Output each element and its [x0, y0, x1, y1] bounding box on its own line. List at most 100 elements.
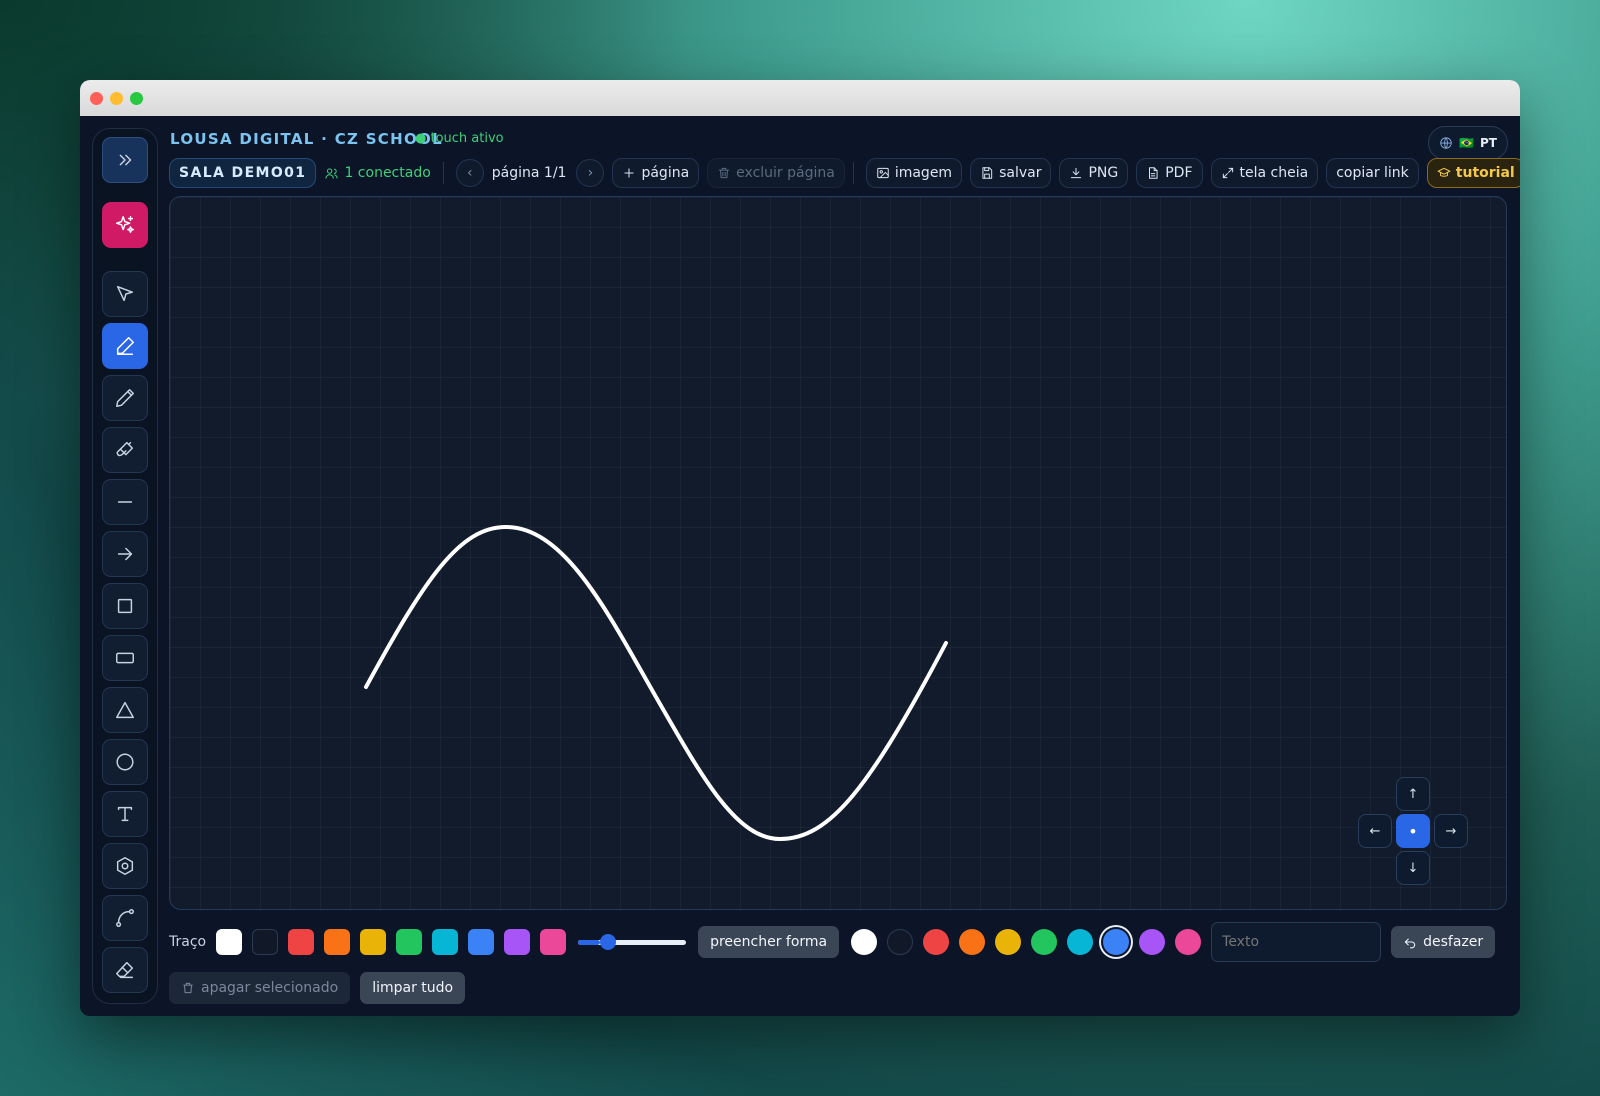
delete-selected-button[interactable]: apagar selecionado — [169, 972, 351, 1004]
save-label: salvar — [999, 165, 1042, 181]
copy-link-button[interactable]: copiar link — [1326, 158, 1419, 188]
fill-color-palette — [851, 929, 1211, 955]
stroke-color-palette — [216, 929, 576, 955]
delete-page-button[interactable]: excluir página — [707, 158, 845, 188]
pan-right-button[interactable]: → — [1434, 814, 1468, 848]
stroke-color-swatch[interactable] — [360, 929, 387, 955]
fill-color-swatch[interactable] — [1175, 929, 1202, 955]
stroke-color-swatch[interactable] — [540, 929, 567, 955]
fill-shape-button[interactable]: preencher forma — [698, 926, 840, 958]
line-tool-button[interactable] — [102, 479, 148, 525]
stroke-color-swatch[interactable] — [396, 929, 423, 955]
pencil-tool-button[interactable] — [102, 375, 148, 421]
stroke-color-swatch[interactable] — [288, 929, 315, 955]
fullscreen-button[interactable]: tela cheia — [1210, 158, 1319, 188]
tutorial-label: tutorial — [1455, 165, 1515, 181]
rectangle-tool-button[interactable] — [102, 635, 148, 681]
connected-count: 1 conectado — [344, 165, 431, 181]
pointer-icon — [116, 285, 134, 302]
download-icon — [1071, 167, 1082, 179]
brush-tool-button[interactable] — [102, 427, 148, 473]
whiteboard-app: LOUSA DIGITAL · CZ SCHOOL ● touch ativo … — [80, 116, 1520, 1016]
trash-icon — [183, 982, 193, 994]
file-icon — [1149, 167, 1158, 179]
trash-icon — [719, 167, 730, 179]
fill-color-swatch[interactable] — [1067, 929, 1094, 955]
ai-tool-button[interactable] — [102, 202, 148, 248]
triangle-tool-button[interactable] — [102, 687, 148, 733]
delete-selected-label: apagar selecionado — [201, 980, 339, 996]
prev-page-button[interactable]: ‹ — [455, 159, 484, 187]
pan-center-button[interactable]: • — [1396, 814, 1430, 848]
curve-tool-button[interactable] — [102, 895, 148, 941]
add-page-button[interactable]: página — [612, 158, 700, 188]
stroke-color-swatch[interactable] — [468, 929, 495, 955]
pan-up-button[interactable]: ↑ — [1396, 777, 1430, 811]
hexagon-icon — [116, 857, 134, 875]
clear-all-button[interactable]: limpar tudo — [360, 972, 466, 1004]
triangle-icon — [116, 701, 134, 719]
expand-sidebar-button[interactable] — [102, 137, 148, 183]
drawing-canvas[interactable]: ↑ ← • → ↓ — [169, 196, 1507, 910]
stroke-color-swatch[interactable] — [432, 929, 459, 955]
language-selector[interactable]: 🇧🇷 PT — [1428, 126, 1508, 160]
pan-left-button[interactable]: ← — [1358, 814, 1392, 848]
globe-icon — [1440, 137, 1452, 149]
type-icon — [117, 806, 133, 822]
slider-handle[interactable] — [599, 934, 616, 950]
add-page-label: página — [641, 165, 690, 181]
top-toolbar: SALA DEMO01 1 conectado ‹ página 1/1 › p… — [169, 158, 1520, 188]
insert-image-button[interactable]: imagem — [865, 158, 963, 188]
save-button[interactable]: salvar — [970, 158, 1052, 188]
fill-color-swatch[interactable] — [1103, 929, 1130, 955]
stroke-color-swatch[interactable] — [216, 929, 243, 955]
connected-users: 1 conectado — [324, 165, 431, 181]
language-code: PT — [1479, 136, 1497, 150]
tool-sidebar — [92, 128, 158, 1004]
fill-color-swatch[interactable] — [923, 929, 950, 955]
expand-icon — [1222, 167, 1233, 179]
rectangle-icon — [116, 652, 134, 664]
polygon-tool-button[interactable] — [102, 843, 148, 889]
app-title: LOUSA DIGITAL · CZ SCHOOL — [170, 130, 443, 148]
page-indicator: página 1/1 — [491, 165, 567, 181]
arrow-tool-button[interactable] — [102, 531, 148, 577]
stroke-width-slider[interactable] — [578, 932, 687, 952]
undo-button[interactable]: desfazer — [1391, 926, 1496, 958]
fill-color-swatch[interactable] — [1031, 929, 1058, 955]
text-input[interactable] — [1211, 922, 1382, 962]
toolbar-divider — [442, 162, 444, 184]
sparkles-icon — [116, 216, 134, 234]
save-icon — [982, 167, 993, 179]
export-pdf-button[interactable]: PDF — [1136, 158, 1203, 188]
fill-color-swatch[interactable] — [887, 929, 914, 955]
brush-icon — [116, 441, 134, 457]
maximize-window-button[interactable] — [130, 92, 143, 105]
next-page-button[interactable]: › — [576, 159, 605, 187]
fill-color-swatch[interactable] — [995, 929, 1022, 955]
tutorial-button[interactable]: tutorial — [1426, 158, 1520, 188]
close-window-button[interactable] — [90, 92, 103, 105]
select-tool-button[interactable] — [102, 271, 148, 317]
stroke-color-swatch[interactable] — [504, 929, 531, 955]
fill-color-swatch[interactable] — [959, 929, 986, 955]
room-badge: SALA DEMO01 — [169, 158, 317, 188]
plus-icon — [624, 168, 635, 178]
export-png-button[interactable]: PNG — [1059, 158, 1129, 188]
stroke-color-swatch[interactable] — [252, 929, 279, 955]
fill-color-swatch[interactable] — [1139, 929, 1166, 955]
slider-fill — [578, 940, 600, 945]
circle-tool-button[interactable] — [102, 739, 148, 785]
square-tool-button[interactable] — [102, 583, 148, 629]
square-icon — [117, 598, 133, 614]
pan-down-button[interactable]: ↓ — [1396, 851, 1430, 885]
eraser-tool-button[interactable] — [102, 947, 148, 993]
text-tool-button[interactable] — [102, 791, 148, 837]
users-icon — [325, 167, 339, 179]
minimize-window-button[interactable] — [110, 92, 123, 105]
touch-status: ● touch ativo — [415, 131, 504, 146]
fill-color-swatch[interactable] — [851, 929, 878, 955]
pen-tool-button[interactable] — [102, 323, 148, 369]
stroke-color-swatch[interactable] — [324, 929, 351, 955]
graduation-cap-icon — [1437, 167, 1451, 177]
